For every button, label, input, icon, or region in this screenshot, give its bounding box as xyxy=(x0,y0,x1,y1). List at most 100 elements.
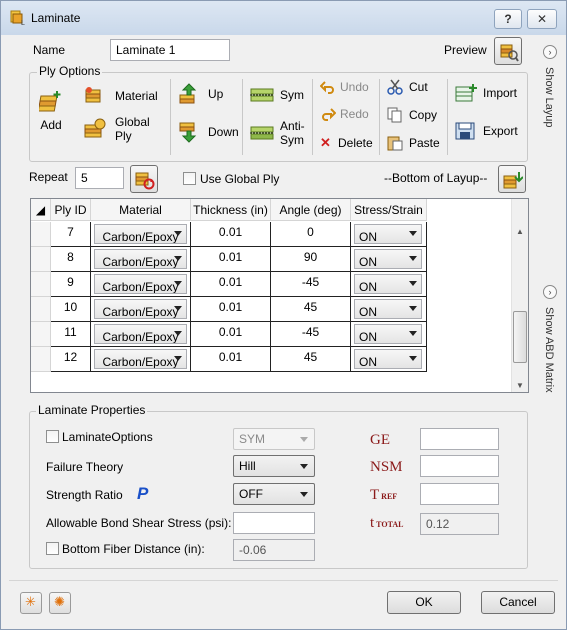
strength-ratio-select[interactable]: OFF xyxy=(233,483,315,505)
move-up-button[interactable]: Up xyxy=(178,83,223,105)
angle-cell[interactable]: -45 xyxy=(271,272,351,297)
angle-cell[interactable]: 45 xyxy=(271,347,351,372)
angle-cell[interactable]: 45 xyxy=(271,297,351,322)
ply-id-cell[interactable]: 8 xyxy=(51,247,91,272)
scroll-down-arrow-icon[interactable]: ▼ xyxy=(516,381,524,390)
bottom-of-layup-button[interactable] xyxy=(498,165,526,193)
add-ply-button[interactable]: Add xyxy=(39,90,63,132)
col-header-stress-strain[interactable]: Stress/Strain xyxy=(351,199,427,221)
stress-strain-combo[interactable]: ON xyxy=(354,299,422,319)
ply-id-cell[interactable]: 12 xyxy=(51,347,91,372)
thickness-cell[interactable]: 0.01 xyxy=(191,272,271,297)
scroll-up-arrow-icon[interactable]: ▲ xyxy=(516,227,524,236)
row-header[interactable] xyxy=(31,222,51,247)
name-input[interactable] xyxy=(110,39,230,61)
row-header[interactable] xyxy=(31,347,51,372)
thickness-cell[interactable]: 0.01 xyxy=(191,222,271,247)
bond-shear-input[interactable] xyxy=(233,512,315,534)
material-combo[interactable]: Carbon/Epoxy xyxy=(94,274,187,294)
ply-id-cell[interactable]: 7 xyxy=(51,222,91,247)
col-header-ply-id[interactable]: Ply ID xyxy=(51,199,91,221)
help-button[interactable]: ? xyxy=(494,9,522,29)
anti-sym-button[interactable]: Anti- Sym xyxy=(250,119,305,147)
scroll-thumb[interactable] xyxy=(513,311,527,363)
failure-theory-select[interactable]: Hill xyxy=(233,455,315,477)
import-button[interactable]: Import xyxy=(455,83,517,103)
material-combo[interactable]: Carbon/Epoxy xyxy=(94,349,187,369)
show-layup-tab[interactable]: Show Layup xyxy=(543,67,555,128)
stress-strain-cell[interactable]: ON xyxy=(351,322,427,347)
thickness-cell[interactable]: 0.01 xyxy=(191,322,271,347)
move-down-button[interactable]: Down xyxy=(178,121,239,143)
stress-strain-cell[interactable]: ON xyxy=(351,247,427,272)
bottom-fiber-input[interactable] xyxy=(233,539,315,561)
col-header-thickness[interactable]: Thickness (in) xyxy=(191,199,271,221)
stress-strain-cell[interactable]: ON xyxy=(351,222,427,247)
options-button[interactable]: ✺ xyxy=(49,592,71,614)
cancel-button[interactable]: Cancel xyxy=(481,591,555,614)
preview-button[interactable] xyxy=(494,37,522,65)
ge-input[interactable] xyxy=(420,428,499,450)
thickness-cell[interactable]: 0.01 xyxy=(191,297,271,322)
table-scrollbar[interactable]: ▲ ▼ xyxy=(511,199,528,392)
export-button[interactable]: Export xyxy=(455,121,518,141)
repeat-button[interactable] xyxy=(130,165,158,193)
close-button[interactable]: ✕ xyxy=(527,9,557,29)
col-header-material[interactable]: Material xyxy=(91,199,191,221)
material-cell[interactable]: Carbon/Epoxy xyxy=(91,222,191,247)
material-cell[interactable]: Carbon/Epoxy xyxy=(91,247,191,272)
material-cell[interactable]: Carbon/Epoxy xyxy=(91,322,191,347)
redo-button[interactable]: Redo xyxy=(320,107,369,121)
nsm-input[interactable] xyxy=(420,455,499,477)
show-abd-toggle[interactable]: › xyxy=(543,285,557,299)
sym-select[interactable]: SYM xyxy=(233,428,315,450)
delete-button[interactable]: ✕ Delete xyxy=(320,135,373,151)
show-layup-toggle[interactable]: › xyxy=(543,45,557,59)
angle-cell[interactable]: 0 xyxy=(271,222,351,247)
bottom-fiber-checkbox[interactable] xyxy=(46,542,59,555)
material-cell[interactable]: Carbon/Epoxy xyxy=(91,272,191,297)
copy-button[interactable]: Copy xyxy=(387,107,437,123)
sym-button[interactable]: Sym xyxy=(250,87,304,103)
thickness-cell[interactable]: 0.01 xyxy=(191,347,271,372)
material-combo[interactable]: Carbon/Epoxy xyxy=(94,299,187,319)
paste-button[interactable]: Paste xyxy=(387,135,440,151)
row-header[interactable] xyxy=(31,272,51,297)
angle-cell[interactable]: 90 xyxy=(271,247,351,272)
stress-strain-cell[interactable]: ON xyxy=(351,347,427,372)
row-header[interactable] xyxy=(31,297,51,322)
stress-strain-combo[interactable]: ON xyxy=(354,324,422,344)
stress-strain-combo[interactable]: ON xyxy=(354,224,422,244)
global-ply-button[interactable]: Global Ply xyxy=(83,115,150,143)
angle-cell[interactable]: -45 xyxy=(271,322,351,347)
chevron-down-icon xyxy=(409,356,417,361)
col-header-angle[interactable]: Angle (deg) xyxy=(271,199,351,221)
ply-id-cell[interactable]: 10 xyxy=(51,297,91,322)
reset-button[interactable]: ✳ xyxy=(20,592,42,614)
repeat-input[interactable] xyxy=(75,167,124,189)
undo-button[interactable]: Undo xyxy=(320,80,369,94)
stress-strain-combo[interactable]: ON xyxy=(354,249,422,269)
show-abd-matrix-tab[interactable]: Show ABD Matrix xyxy=(543,307,555,393)
t-ref-input[interactable] xyxy=(420,483,499,505)
material-button[interactable]: Material xyxy=(83,85,158,107)
row-header[interactable] xyxy=(31,322,51,347)
ply-id-cell[interactable]: 9 xyxy=(51,272,91,297)
material-cell[interactable]: Carbon/Epoxy xyxy=(91,297,191,322)
use-global-ply-checkbox[interactable] xyxy=(183,172,196,185)
laminate-options-checkbox[interactable] xyxy=(46,430,59,443)
stress-strain-combo[interactable]: ON xyxy=(354,274,422,294)
ok-button[interactable]: OK xyxy=(387,591,461,614)
stress-strain-cell[interactable]: ON xyxy=(351,272,427,297)
material-combo[interactable]: Carbon/Epoxy xyxy=(94,224,187,244)
stress-strain-combo[interactable]: ON xyxy=(354,349,422,369)
material-cell[interactable]: Carbon/Epoxy xyxy=(91,347,191,372)
material-combo[interactable]: Carbon/Epoxy xyxy=(94,324,187,344)
thickness-cell[interactable]: 0.01 xyxy=(191,247,271,272)
row-header[interactable] xyxy=(31,247,51,272)
ply-id-cell[interactable]: 11 xyxy=(51,322,91,347)
t-total-input[interactable] xyxy=(420,513,499,535)
stress-strain-cell[interactable]: ON xyxy=(351,297,427,322)
cut-button[interactable]: Cut xyxy=(387,79,428,95)
material-combo[interactable]: Carbon/Epoxy xyxy=(94,249,187,269)
